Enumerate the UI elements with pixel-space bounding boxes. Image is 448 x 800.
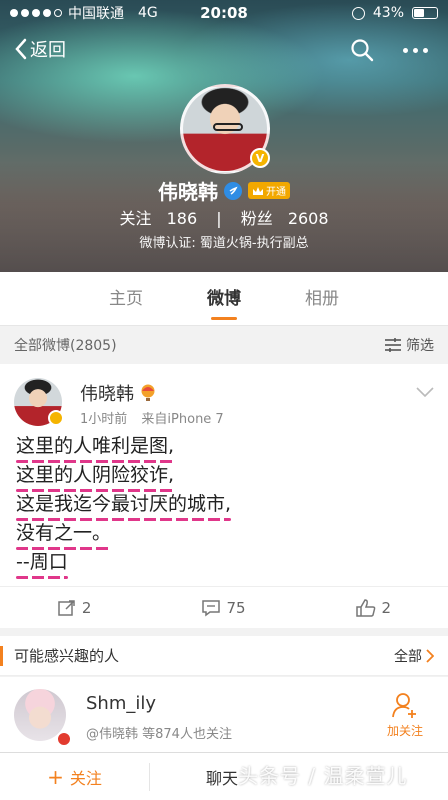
post-line: 这里的人唯利是图,	[16, 432, 175, 463]
suggestions-header: 可能感兴趣的人 全部	[0, 636, 448, 676]
post-line: 没有之一。	[16, 519, 112, 550]
more-dot-icon	[403, 48, 408, 53]
more-button[interactable]	[403, 48, 428, 53]
vip-badge[interactable]: 开通	[248, 182, 290, 199]
post-text: 这里的人唯利是图, 这里的人阴险狡诈, 这是我迄今最讨厌的城市, 没有之一。 -…	[16, 432, 232, 579]
post-line: 这是我迄今最讨厌的城市,	[16, 490, 232, 521]
search-icon	[351, 39, 374, 62]
suggested-user[interactable]: Shm_ily @伟晓韩 等874人也关注 加关注	[0, 677, 448, 757]
post-line: 这里的人阴险狡诈,	[16, 461, 175, 492]
more-dot-icon	[413, 48, 418, 53]
followers-count: 2608	[287, 209, 329, 228]
follow-stats: 关注 186 | 粉丝 2608	[0, 205, 448, 229]
battery-percent: 43%	[372, 5, 404, 21]
post-menu-button[interactable]	[416, 382, 434, 401]
chevron-down-icon	[416, 387, 434, 398]
post-actions: 2 75 2	[0, 586, 448, 628]
following-count: 186	[166, 209, 198, 228]
stats-divider: |	[216, 209, 222, 228]
repost-button[interactable]: 2	[0, 599, 149, 617]
profile-tabs: 主页 微博 相册	[0, 272, 448, 326]
post-time: 1小时前	[80, 412, 128, 427]
add-follow-button[interactable]: 加关注	[380, 691, 430, 739]
comment-icon	[202, 599, 221, 616]
filter-label: 筛选	[406, 338, 434, 354]
follow-button[interactable]: + 关注	[0, 762, 150, 791]
battery-icon	[412, 7, 438, 19]
more-dot-icon	[423, 48, 428, 53]
chevron-left-icon	[15, 38, 27, 60]
back-label: 返回	[30, 40, 66, 61]
hot-air-balloon-icon	[141, 384, 155, 401]
following-label: 关注	[119, 209, 152, 228]
post-author-row: 伟晓韩	[80, 380, 156, 406]
profile-name-row: 伟晓韩 开通	[0, 176, 448, 205]
post-source: 来自iPhone 7	[141, 412, 224, 427]
suggestions-title: 可能感兴趣的人	[14, 647, 120, 665]
nav-bar: 返回	[0, 30, 448, 74]
tab-home[interactable]: 主页	[77, 272, 175, 326]
suggestions-all-link[interactable]: 全部	[394, 646, 434, 666]
verified-blue-icon	[224, 181, 242, 200]
followers-stat[interactable]: 粉丝 2608	[241, 209, 329, 228]
feed-header: 全部微博(2805) 筛选	[0, 328, 448, 362]
like-button[interactable]: 2	[299, 599, 448, 617]
post-line: --周口	[16, 548, 68, 579]
comment-button[interactable]: 75	[149, 599, 298, 617]
chat-button[interactable]: 聊天	[206, 765, 238, 789]
signal-icon	[10, 9, 62, 17]
profile-name: 伟晓韩	[158, 180, 218, 204]
repost-icon	[58, 599, 75, 616]
status-bar: 中国联通 4G 20:08 43%	[0, 0, 448, 26]
post-author[interactable]: 伟晓韩	[80, 380, 134, 406]
rotation-lock-icon	[351, 6, 365, 20]
tab-weibo[interactable]: 微博	[175, 272, 273, 326]
repost-count: 2	[81, 598, 92, 617]
user-badge-icon	[56, 731, 72, 747]
crown-icon	[253, 186, 263, 195]
follow-label: 关注	[69, 768, 102, 788]
feed-count: 全部微博(2805)	[14, 338, 117, 354]
following-stat[interactable]: 关注 186	[119, 209, 202, 228]
filter-icon	[385, 338, 401, 352]
thumbs-up-icon	[355, 598, 375, 617]
tab-album[interactable]: 相册	[273, 272, 371, 326]
verification-info: 微博认证: 蜀道火锅-执行副总	[139, 236, 309, 251]
post-meta: 1小时前 来自iPhone 7	[80, 408, 224, 427]
suggested-user-desc: @伟晓韩 等874人也关注	[86, 727, 232, 742]
like-count: 2	[381, 598, 392, 617]
section-accent-bar	[0, 646, 3, 666]
verified-v-icon	[48, 410, 64, 426]
add-follow-label: 加关注	[386, 724, 423, 738]
back-button[interactable]: 返回	[14, 36, 66, 62]
add-user-icon	[392, 693, 416, 718]
comment-count: 75	[226, 598, 246, 617]
plus-icon: +	[47, 764, 64, 789]
carrier: 中国联通	[68, 6, 124, 22]
watermark: 头条号 / 温柔萱儿	[238, 764, 408, 788]
post-card[interactable]: 伟晓韩 1小时前 来自iPhone 7 这里的人唯利是图, 这里的人阴险狡诈, …	[0, 364, 448, 628]
network-type: 4G	[138, 5, 158, 21]
clock: 20:08	[200, 4, 248, 22]
suggestions-all-label: 全部	[394, 648, 422, 665]
profile-page: 中国联通 4G 20:08 43% 返回 V 伟晓韩 开通 关注 186 | 粉…	[0, 0, 448, 800]
chevron-right-icon	[426, 648, 434, 663]
verified-v-icon: V	[250, 148, 270, 168]
suggested-user-name[interactable]: Shm_ily	[86, 693, 156, 714]
search-button[interactable]	[350, 38, 374, 66]
vip-badge-label: 开通	[266, 187, 286, 198]
filter-button[interactable]: 筛选	[385, 335, 434, 355]
followers-label: 粉丝	[240, 209, 273, 228]
